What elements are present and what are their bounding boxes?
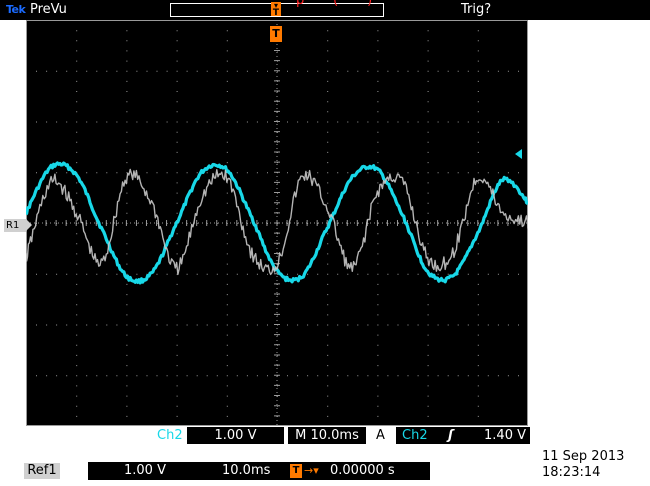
trigger-point-marker[interactable]: ▾ T [271,2,281,18]
ref1-label: Ref1 [24,463,60,479]
trigger-position-marker[interactable]: T [270,26,282,42]
red-overlay-text: p ( ) [296,0,373,8]
ref1-time: 10.0ms [222,463,271,478]
timebase-value: 10.0ms [310,428,359,443]
trigger-position-icon: T [290,464,302,478]
ch2-label: Ch2 [157,428,183,443]
ref1-volts: 1.00 V [124,463,166,478]
channel-readout-row: Ch2 1.00 V M 10.0ms A Ch2 ʃ 1.40 V [0,427,650,445]
acquisition-mode: PreVu [30,2,67,17]
timebase-readout: M 10.0ms [288,427,366,444]
timebase-prefix: M [295,428,307,443]
acquire-label: A [376,428,385,443]
ref1-ground-marker[interactable]: R1 [4,219,32,232]
trigger-marker-label: T [272,8,280,18]
rising-slope-icon: ʃ [448,428,454,443]
waveform-plot [26,20,528,426]
brand-logo: Tek [6,3,26,16]
trigger-position-value: 0.00000 s [330,463,395,478]
time-readout: 18:23:14 [542,465,601,480]
top-status-bar: Tek PreVu ▾ T p ( ) Trig? [0,0,650,20]
waveform-screen [26,20,528,426]
trigger-source: Ch2 [402,428,428,443]
trigger-position-arrow-icon: →▾ [304,464,319,477]
ch2-scale-readout: 1.00 V [187,427,284,444]
oscilloscope-display: Tek PreVu ▾ T p ( ) Trig? T R1 Ch2 1.00 … [0,0,650,486]
trigger-level: 1.40 V [484,428,526,443]
trigger-level-arrow-icon[interactable] [515,149,522,159]
ref1-readout: 1.00 V 10.0ms T →▾ 0.00000 s [88,462,430,480]
center-axis-ticks [26,20,528,426]
trigger-status: Trig? [461,2,492,17]
trigger-readout: Ch2 ʃ 1.40 V [396,427,530,444]
